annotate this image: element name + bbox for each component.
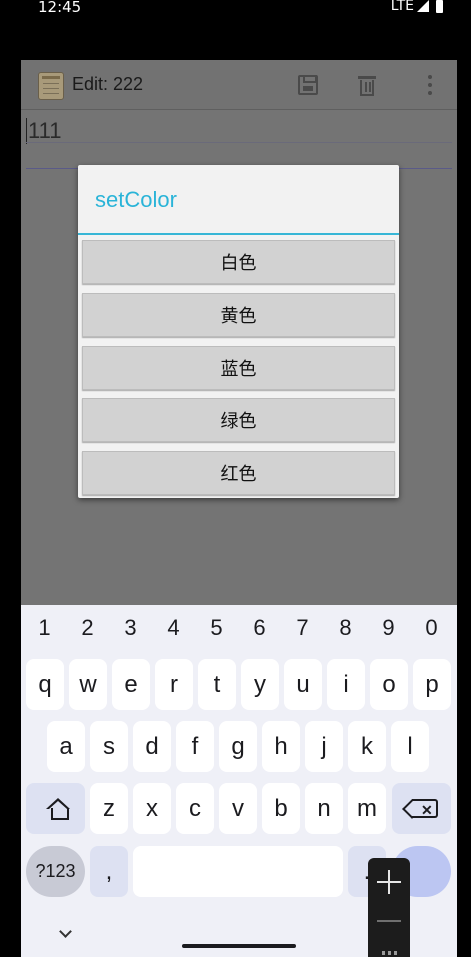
key-z[interactable]: z [90, 783, 128, 834]
backspace-key[interactable]: ✕ [392, 783, 451, 834]
key-7[interactable]: 7 [281, 615, 324, 643]
key-n[interactable]: n [305, 783, 343, 834]
note-text[interactable]: 111 [26, 118, 61, 144]
app-bar: Edit: 222 [21, 60, 457, 110]
key-6[interactable]: 6 [238, 615, 281, 643]
key-s[interactable]: s [90, 721, 128, 772]
color-yellow-button[interactable]: 黄色 [82, 293, 395, 337]
key-e[interactable]: e [112, 659, 150, 710]
device-frame: 12:45 LTE Edit: 222 111 setColor 白色 黄色 蓝… [0, 0, 471, 957]
zoom-control [368, 858, 410, 957]
note-ruled-line [26, 142, 452, 143]
key-1[interactable]: 1 [23, 615, 66, 643]
key-t[interactable]: t [198, 659, 236, 710]
key-y[interactable]: y [241, 659, 279, 710]
notepad-icon [38, 72, 64, 100]
key-3[interactable]: 3 [109, 615, 152, 643]
status-indicators: LTE [391, 0, 443, 14]
color-blue-button[interactable]: 蓝色 [82, 346, 395, 390]
key-j[interactable]: j [305, 721, 343, 772]
key-2[interactable]: 2 [66, 615, 109, 643]
space-key[interactable] [133, 846, 343, 897]
status-bar: 12:45 LTE [21, 0, 457, 60]
drag-grip-icon[interactable] [380, 949, 398, 955]
signal-icon [417, 0, 429, 12]
key-v[interactable]: v [219, 783, 257, 834]
delete-icon[interactable] [355, 73, 379, 97]
navigation-handle[interactable] [182, 944, 296, 948]
key-w[interactable]: w [69, 659, 107, 710]
key-b[interactable]: b [262, 783, 300, 834]
key-m[interactable]: m [348, 783, 386, 834]
key-g[interactable]: g [219, 721, 257, 772]
key-9[interactable]: 9 [367, 615, 410, 643]
key-c[interactable]: c [176, 783, 214, 834]
status-time: 12:45 [38, 0, 82, 16]
color-red-button[interactable]: 红色 [82, 451, 395, 495]
key-k[interactable]: k [348, 721, 386, 772]
overflow-menu-icon[interactable] [418, 73, 442, 97]
network-type: LTE [390, 0, 414, 14]
key-d[interactable]: d [133, 721, 171, 772]
key-r[interactable]: r [155, 659, 193, 710]
dialog-title-divider [78, 233, 399, 235]
key-a[interactable]: a [47, 721, 85, 772]
save-icon[interactable] [296, 73, 320, 97]
dialog-title: setColor [95, 187, 177, 212]
key-h[interactable]: h [262, 721, 300, 772]
zoom-out-icon[interactable] [377, 909, 401, 933]
key-o[interactable]: o [370, 659, 408, 710]
color-white-button[interactable]: 白色 [82, 240, 395, 284]
zoom-in-icon[interactable] [377, 870, 401, 894]
battery-icon [436, 0, 443, 13]
screen: 12:45 LTE Edit: 222 111 setColor 白色 黄色 蓝… [21, 0, 457, 957]
color-green-button[interactable]: 绿色 [82, 398, 395, 442]
collapse-keyboard-icon[interactable] [57, 924, 75, 942]
key-x[interactable]: x [133, 783, 171, 834]
key-0[interactable]: 0 [410, 615, 453, 643]
key-q[interactable]: q [26, 659, 64, 710]
key-5[interactable]: 5 [195, 615, 238, 643]
key-i[interactable]: i [327, 659, 365, 710]
key-8[interactable]: 8 [324, 615, 367, 643]
key-u[interactable]: u [284, 659, 322, 710]
symbols-key[interactable]: ?123 [26, 846, 85, 897]
key-f[interactable]: f [176, 721, 214, 772]
comma-key[interactable]: , [90, 846, 128, 897]
shift-key[interactable] [26, 783, 85, 834]
set-color-dialog: setColor 白色 黄色 蓝色 绿色 红色 [78, 165, 399, 498]
key-l[interactable]: l [391, 721, 429, 772]
app-title: Edit: 222 [72, 74, 144, 94]
key-p[interactable]: p [413, 659, 451, 710]
key-4[interactable]: 4 [152, 615, 195, 643]
